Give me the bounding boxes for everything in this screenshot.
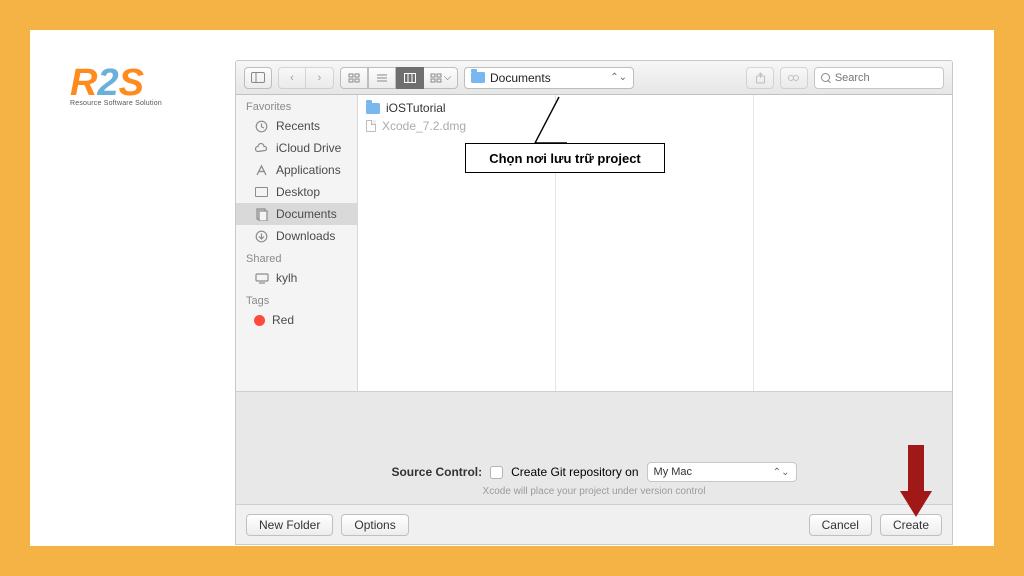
search-field[interactable] [814,67,944,89]
sidebar-item-applications[interactable]: Applications [236,159,357,181]
clock-icon [254,120,269,133]
view-segment: ⌵ [340,67,458,89]
file-name: iOSTutorial [386,101,446,115]
nav-segment: ‹ › [278,67,334,89]
list-item[interactable]: Xcode_7.2.dmg [358,117,555,135]
list-icon [376,73,388,83]
logo-tagline: Resource Software Solution [70,100,170,107]
sidebar-item-label: iCloud Drive [276,141,341,155]
favorites-header: Favorites [236,95,357,115]
list-item[interactable]: iOSTutorial [358,99,555,117]
sidebar-item-desktop[interactable]: Desktop [236,181,357,203]
save-dialog-window: ‹ › ⌵ Documents [235,60,953,545]
back-button[interactable]: ‹ [278,67,306,89]
file-name: Xcode_7.2.dmg [382,119,466,133]
sidebar-item-label: Desktop [276,185,320,199]
sidebar-item-label: kylh [276,271,297,285]
columns-icon [404,73,416,83]
forward-button[interactable]: › [306,67,334,89]
dropdown-value: My Mac [654,466,693,478]
sidebar: Favorites Recents iCloud Drive Applicati… [236,95,358,391]
options-button[interactable]: Options [341,514,408,536]
path-dropdown[interactable]: Documents ⌃⌄ [464,67,634,89]
share-button[interactable] [746,67,774,89]
annotation-arrow [900,445,932,517]
sidebar-icon [251,72,265,83]
callout-pointer [527,95,587,150]
sidebar-item-label: Red [272,313,294,327]
share-icon [755,72,766,84]
toolbar: ‹ › ⌵ Documents [236,61,952,95]
documents-icon [254,208,269,221]
chevron-left-icon: ‹ [290,72,294,84]
new-folder-button[interactable]: New Folder [246,514,333,536]
annotation-callout: Chọn nơi lưu trữ project [465,143,665,173]
updown-icon: ⌃⌄ [773,467,790,478]
sidebar-item-label: Recents [276,119,320,133]
shared-header: Shared [236,247,357,267]
sidebar-item-downloads[interactable]: Downloads [236,225,357,247]
applications-icon [254,164,269,177]
sidebar-item-label: Documents [276,207,337,221]
downloads-icon [254,230,269,243]
cancel-button[interactable]: Cancel [809,514,872,536]
git-location-dropdown[interactable]: My Mac ⌃⌄ [647,462,797,482]
search-icon [821,73,830,83]
tags-header: Tags [236,289,357,309]
button-bar: New Folder Options Cancel Create [236,504,952,544]
sidebar-item-icloud[interactable]: iCloud Drive [236,137,357,159]
source-control-label: Source Control: [391,465,482,479]
git-checkbox[interactable] [490,466,503,479]
icon-view-button[interactable] [340,67,368,89]
folder-icon [366,103,380,114]
sidebar-item-tag-red[interactable]: Red [236,309,357,331]
list-view-button[interactable] [368,67,396,89]
file-icon [366,120,376,132]
gallery-icon [430,73,442,83]
grid-icon [348,73,360,83]
file-column-3[interactable] [754,95,952,391]
path-label: Documents [490,71,605,85]
source-control-hint: Xcode will place your project under vers… [236,486,952,497]
gallery-view-button[interactable]: ⌵ [424,67,458,89]
git-checkbox-label: Create Git repository on [511,465,638,479]
sidebar-item-label: Applications [276,163,341,177]
search-input[interactable] [835,72,937,84]
tags-button[interactable] [780,67,808,89]
column-view-button[interactable] [396,67,424,89]
logo: R 2 S Resource Software Solution [70,68,170,107]
updown-icon: ⌃⌄ [610,72,627,83]
sidebar-item-shared-kylh[interactable]: kylh [236,267,357,289]
sidebar-item-label: Downloads [276,229,335,243]
callout-text: Chọn nơi lưu trữ project [489,151,641,166]
tag-icon [788,73,800,83]
folder-icon [471,72,485,83]
tag-red-icon [254,315,265,326]
cloud-icon [254,142,269,155]
sidebar-toggle-button[interactable] [244,67,272,89]
sidebar-item-documents[interactable]: Documents [236,203,357,225]
desktop-icon [254,186,269,199]
file-browser: iOSTutorial Xcode_7.2.dmg [358,95,952,391]
chevron-down-icon: ⌵ [444,72,452,83]
computer-icon [254,272,269,285]
chevron-right-icon: › [318,72,322,84]
sidebar-item-recents[interactable]: Recents [236,115,357,137]
